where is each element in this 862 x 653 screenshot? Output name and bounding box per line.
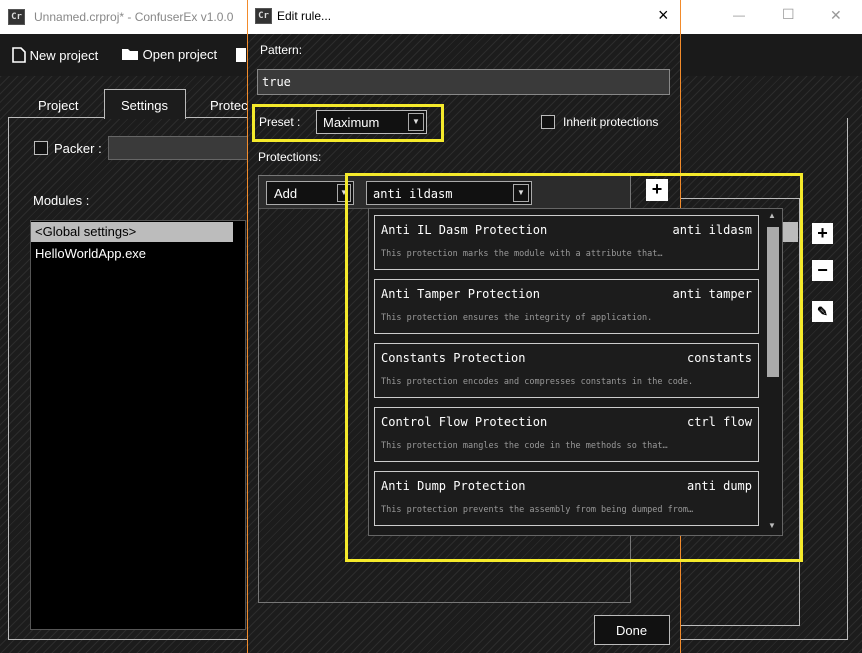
open-project-label: Open project	[142, 47, 218, 62]
protections-highlight-box	[345, 173, 803, 562]
module-item-label: <Global settings>	[35, 224, 137, 239]
pattern-value: true	[262, 75, 291, 89]
tab-project[interactable]: Project	[20, 96, 98, 118]
remove-rule-button[interactable]: −	[812, 260, 833, 281]
save-icon[interactable]	[236, 48, 246, 62]
inherit-protections-label: Inherit protections	[563, 115, 659, 129]
protections-label: Protections:	[258, 150, 322, 164]
add-rule-button[interactable]: +	[812, 223, 833, 244]
packer-select[interactable]	[108, 136, 250, 160]
close-window-button[interactable]: ✕	[830, 7, 842, 24]
pattern-input[interactable]: true	[257, 69, 670, 95]
folder-icon	[122, 49, 138, 60]
dialog-close-button[interactable]: ×	[658, 5, 669, 26]
packer-checkbox[interactable]	[34, 141, 48, 155]
action-select[interactable]: Add ▼	[266, 181, 354, 205]
packer-label: Packer :	[54, 141, 102, 156]
module-item-helloworldapp[interactable]: HelloWorldApp.exe	[31, 244, 231, 264]
new-project-button[interactable]: New project	[12, 47, 98, 63]
tab-protections-label: Protec	[210, 98, 248, 113]
open-project-button[interactable]: Open project	[121, 47, 217, 62]
tab-protections[interactable]: Protec	[198, 96, 248, 118]
new-project-label: New project	[29, 48, 99, 63]
main-window-title: Unnamed.crproj* - ConfuserEx v1.0.0	[34, 10, 234, 24]
done-button[interactable]: Done	[594, 615, 670, 645]
dialog-title-bar: Cr Edit rule... ×	[248, 0, 680, 34]
tab-settings[interactable]: Settings	[104, 89, 186, 119]
app-icon: Cr	[8, 9, 25, 25]
module-item-global-settings[interactable]: <Global settings>	[31, 222, 233, 242]
dialog-app-icon: Cr	[255, 8, 272, 24]
dialog-title: Edit rule...	[277, 9, 332, 23]
module-item-label: HelloWorldApp.exe	[35, 246, 147, 261]
preset-highlight-box	[252, 104, 444, 142]
modules-label: Modules :	[33, 193, 90, 208]
inherit-protections-checkbox[interactable]	[541, 115, 555, 129]
maximize-button[interactable]: ☐	[782, 6, 795, 23]
modules-list	[30, 220, 246, 630]
minimize-button[interactable]: —	[733, 8, 745, 22]
tab-settings-label: Settings	[121, 98, 168, 113]
edit-rule-button[interactable]: ✎	[812, 301, 833, 322]
pattern-label: Pattern:	[260, 43, 303, 57]
action-value: Add	[274, 186, 298, 201]
tab-project-label: Project	[38, 98, 79, 113]
done-label: Done	[616, 623, 648, 638]
new-file-icon	[12, 47, 26, 63]
